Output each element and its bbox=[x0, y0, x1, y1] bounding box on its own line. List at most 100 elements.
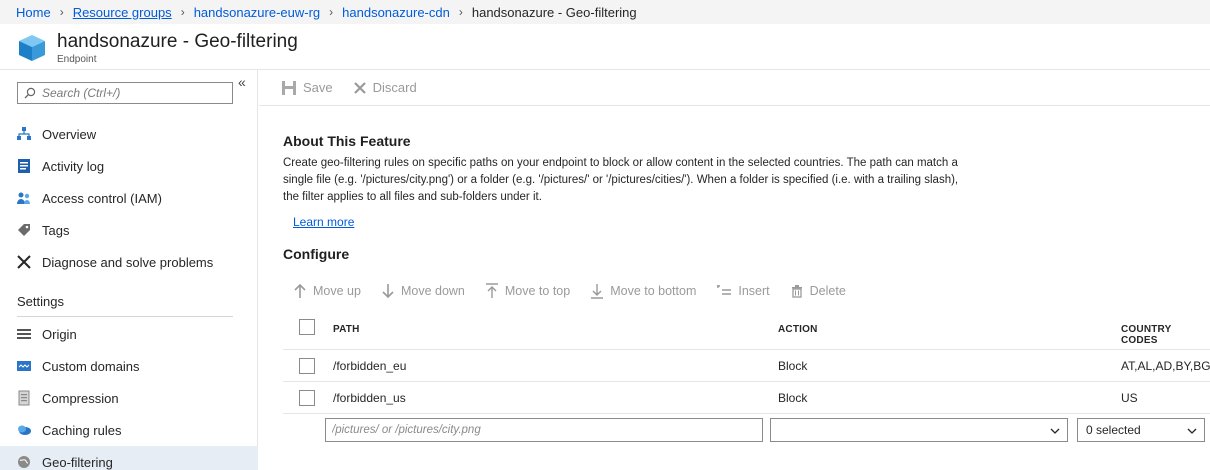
move-to-top-icon bbox=[485, 283, 498, 298]
overview-icon bbox=[16, 126, 32, 142]
sidebar-item-diagnose[interactable]: Diagnose and solve problems bbox=[0, 246, 258, 278]
trash-icon bbox=[791, 285, 802, 298]
sidebar-item-origin[interactable]: Origin bbox=[0, 318, 258, 350]
delete-button[interactable]: Delete bbox=[790, 284, 846, 298]
insert-button[interactable]: Insert bbox=[716, 284, 770, 298]
settings-section-label: Settings bbox=[17, 294, 64, 309]
learn-more-link[interactable]: Learn more bbox=[293, 215, 354, 229]
new-action-select[interactable] bbox=[770, 418, 1068, 442]
wrench-icon bbox=[16, 254, 32, 270]
discard-button[interactable]: Discard bbox=[353, 80, 417, 95]
breadcrumb: Home › Resource groups › handsonazure-eu… bbox=[0, 0, 1210, 24]
row-country-codes: US bbox=[1121, 391, 1138, 405]
page-subtitle: Endpoint bbox=[57, 54, 97, 65]
close-icon bbox=[353, 81, 366, 94]
new-path-input[interactable] bbox=[325, 418, 763, 442]
search-icon bbox=[24, 87, 36, 99]
sidebar-item-activity-log[interactable]: Activity log bbox=[0, 150, 258, 182]
breadcrumb-separator: › bbox=[180, 5, 185, 19]
command-toolbar: Save Discard bbox=[259, 70, 1210, 106]
row-action: Block bbox=[778, 391, 808, 405]
compression-icon bbox=[16, 390, 32, 406]
move-up-button[interactable]: Move up bbox=[293, 283, 361, 299]
column-header-action: ACTION bbox=[778, 324, 818, 335]
search-box[interactable] bbox=[17, 82, 233, 104]
move-to-bottom-button[interactable]: Move to bottom bbox=[590, 283, 696, 299]
sidebar-item-label: Diagnose and solve problems bbox=[42, 254, 214, 270]
move-up-label: Move up bbox=[313, 284, 361, 298]
chevron-down-icon bbox=[1187, 428, 1197, 434]
insert-label: Insert bbox=[738, 284, 770, 298]
insert-icon bbox=[717, 285, 732, 295]
collapse-sidebar-button[interactable]: « bbox=[238, 74, 246, 90]
sidebar-item-label: Access control (IAM) bbox=[42, 190, 162, 206]
configure-heading: Configure bbox=[283, 246, 350, 262]
row-path: /forbidden_eu bbox=[333, 359, 407, 373]
sidebar-item-label: Compression bbox=[42, 390, 119, 406]
about-description: Create geo-filtering rules on specific p… bbox=[283, 157, 959, 203]
sidebar-item-custom-domains[interactable]: Custom domains bbox=[0, 350, 258, 382]
sidebar-item-label: Caching rules bbox=[42, 422, 122, 438]
sidebar-item-iam[interactable]: Access control (IAM) bbox=[0, 182, 258, 214]
arrow-down-icon bbox=[382, 284, 394, 299]
sidebar-item-tags[interactable]: Tags bbox=[0, 214, 258, 246]
arrow-up-icon bbox=[294, 283, 306, 298]
breadcrumb-separator: › bbox=[458, 5, 463, 19]
row-country-codes: AT,AL,AD,BY,BG, bbox=[1121, 359, 1210, 373]
move-down-button[interactable]: Move down bbox=[381, 283, 465, 299]
table-row[interactable]: /forbidden_us Block US bbox=[283, 382, 1210, 414]
table-row[interactable]: /forbidden_eu Block AT,AL,AD,BY,BG, bbox=[283, 350, 1210, 382]
rules-command-bar: Move up Move down Move to top Move to bo… bbox=[293, 283, 866, 299]
table-header-row: PATH ACTION COUNTRY CODES bbox=[283, 310, 1210, 350]
save-button[interactable]: Save bbox=[281, 80, 333, 96]
sidebar-item-label: Geo-filtering bbox=[42, 454, 113, 470]
column-header-path: PATH bbox=[333, 324, 360, 335]
row-checkbox[interactable] bbox=[299, 358, 315, 374]
sidebar-item-geo-filtering[interactable]: Geo-filtering bbox=[0, 446, 258, 470]
new-country-codes-value: 0 selected bbox=[1086, 423, 1141, 437]
new-rule-row: 0 selected bbox=[283, 414, 1210, 448]
about-heading: About This Feature bbox=[283, 133, 411, 149]
custom-domains-icon bbox=[16, 358, 32, 374]
move-to-top-label: Move to top bbox=[504, 284, 571, 298]
move-to-bottom-icon bbox=[591, 284, 604, 299]
chevron-down-icon bbox=[1050, 428, 1060, 434]
save-icon bbox=[282, 80, 296, 95]
sidebar-item-caching-rules[interactable]: Caching rules bbox=[0, 414, 258, 446]
sidebar-item-label: Overview bbox=[42, 126, 97, 142]
new-country-codes-select[interactable]: 0 selected bbox=[1077, 418, 1205, 442]
sidebar-item-compression[interactable]: Compression bbox=[0, 382, 258, 414]
breadcrumb-cdn-link[interactable]: handsonazure-cdn bbox=[342, 5, 450, 20]
sidebar-item-label: Custom domains bbox=[42, 358, 140, 374]
globe-icon bbox=[16, 454, 32, 470]
row-path: /forbidden_us bbox=[333, 391, 406, 405]
row-action: Block bbox=[778, 359, 808, 373]
sidebar: « Overview Activity log Access control (… bbox=[0, 70, 258, 470]
sidebar-item-label: Activity log bbox=[42, 158, 105, 174]
section-divider bbox=[17, 316, 233, 317]
sidebar-item-label: Origin bbox=[42, 326, 77, 342]
page-title: handsonazure - Geo-filtering bbox=[57, 31, 298, 52]
move-to-top-button[interactable]: Move to top bbox=[485, 283, 570, 299]
breadcrumb-home-link[interactable]: Home bbox=[16, 5, 51, 20]
breadcrumb-separator: › bbox=[59, 5, 64, 19]
save-label: Save bbox=[303, 80, 333, 95]
breadcrumb-resource-group-link[interactable]: handsonazure-euw-rg bbox=[194, 5, 320, 20]
page-header: handsonazure - Geo-filtering Endpoint bbox=[0, 24, 1210, 70]
row-checkbox[interactable] bbox=[299, 390, 315, 406]
endpoint-cube-icon bbox=[19, 35, 45, 61]
sidebar-item-label: Tags bbox=[42, 222, 70, 238]
move-to-bottom-label: Move to bottom bbox=[610, 284, 697, 298]
delete-label: Delete bbox=[809, 284, 846, 298]
breadcrumb-resource-groups-link[interactable]: Resource groups bbox=[73, 5, 172, 20]
main-content: About This Feature Create geo-filtering … bbox=[259, 107, 1210, 470]
discard-label: Discard bbox=[372, 80, 417, 95]
sidebar-item-overview[interactable]: Overview bbox=[0, 118, 258, 150]
move-down-label: Move down bbox=[400, 284, 465, 298]
origin-icon bbox=[16, 326, 32, 342]
select-all-checkbox[interactable] bbox=[299, 319, 315, 335]
caching-rules-icon bbox=[16, 422, 32, 438]
search-input[interactable] bbox=[42, 86, 222, 100]
column-header-country-codes: COUNTRY CODES bbox=[1121, 324, 1172, 346]
tag-icon bbox=[16, 222, 32, 238]
